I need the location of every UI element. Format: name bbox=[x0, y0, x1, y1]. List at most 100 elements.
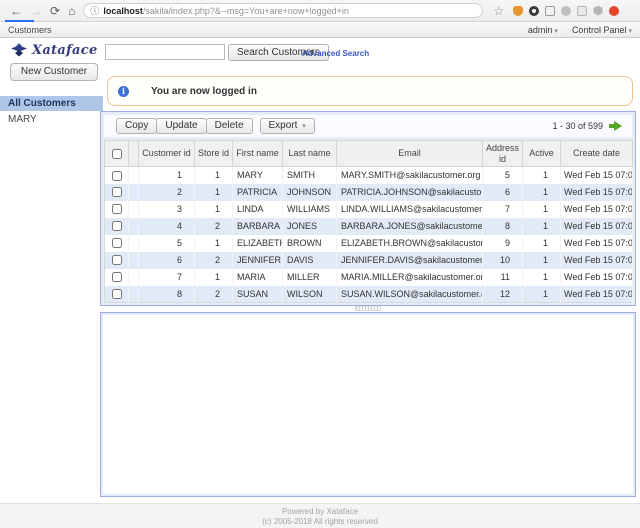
cell-customer-id: 7 bbox=[139, 269, 195, 286]
cell-first-name[interactable]: MARIA bbox=[233, 269, 283, 286]
brand-logo[interactable]: Xataface bbox=[10, 43, 98, 58]
cell-spacer bbox=[129, 218, 139, 235]
cell-create-date: Wed Feb 15 07:0 bbox=[561, 252, 633, 269]
copy-button[interactable]: Copy bbox=[116, 118, 157, 134]
cell-customer-id: 6 bbox=[139, 252, 195, 269]
extension-icon-hexagon[interactable] bbox=[593, 6, 603, 16]
table-row[interactable]: 1 1 MARY SMITH MARY.SMITH@sakilacustomer… bbox=[105, 167, 633, 184]
cell-address-id: 10 bbox=[483, 252, 523, 269]
row-checkbox[interactable] bbox=[112, 187, 122, 197]
search-input[interactable] bbox=[105, 44, 225, 60]
cell-last-name[interactable]: JONES bbox=[283, 218, 337, 235]
page-title: Customers bbox=[8, 25, 52, 35]
cell-customer-id: 3 bbox=[139, 201, 195, 218]
cell-email[interactable]: JENNIFER.DAVIS@sakilacustomer.org bbox=[337, 252, 483, 269]
cell-checkbox bbox=[105, 167, 129, 184]
col-store-id[interactable]: Store id bbox=[195, 141, 233, 167]
col-first-name[interactable]: First name bbox=[233, 141, 283, 167]
next-page-arrow-icon[interactable] bbox=[609, 120, 622, 132]
cell-last-name[interactable]: SMITH bbox=[283, 167, 337, 184]
cell-spacer bbox=[129, 235, 139, 252]
admin-menu[interactable]: admin▾ bbox=[528, 25, 558, 35]
cell-first-name[interactable]: SUSAN bbox=[233, 286, 283, 303]
cell-address-id: 9 bbox=[483, 235, 523, 252]
cell-first-name[interactable]: BARBARA bbox=[233, 218, 283, 235]
cell-active: 1 bbox=[523, 218, 561, 235]
browser-home-icon[interactable]: ⌂ bbox=[68, 5, 75, 17]
update-button[interactable]: Update bbox=[156, 118, 206, 134]
table-row[interactable]: 2 1 PATRICIA JOHNSON PATRICIA.JOHNSON@sa… bbox=[105, 184, 633, 201]
cell-email[interactable]: LINDA.WILLIAMS@sakilacustomer.org bbox=[337, 201, 483, 218]
sidebar-item-all-customers[interactable]: All Customers bbox=[0, 96, 103, 111]
col-email[interactable]: Email bbox=[337, 141, 483, 167]
extension-icon-record[interactable] bbox=[609, 6, 619, 16]
extension-icon-circle[interactable] bbox=[561, 6, 571, 16]
new-customer-button[interactable]: New Customer bbox=[10, 63, 98, 81]
cell-email[interactable]: PATRICIA.JOHNSON@sakilacustomer.org bbox=[337, 184, 483, 201]
extension-icon-square[interactable] bbox=[577, 6, 587, 16]
col-customer-id[interactable]: Customer id bbox=[139, 141, 195, 167]
cell-last-name[interactable]: JOHNSON bbox=[283, 184, 337, 201]
resize-grip[interactable] bbox=[355, 306, 381, 311]
browser-toolbar: ← → ⟳ ⌂ ⓘ localhost/sakila/index.php?&--… bbox=[0, 0, 640, 22]
cell-email[interactable]: BARBARA.JONES@sakilacustomer.org bbox=[337, 218, 483, 235]
caret-down-icon: ▾ bbox=[554, 28, 558, 35]
cell-active: 1 bbox=[523, 184, 561, 201]
table-row[interactable]: 6 2 JENNIFER DAVIS JENNIFER.DAVIS@sakila… bbox=[105, 252, 633, 269]
extension-icon-orange[interactable] bbox=[513, 6, 523, 16]
extension-icon-eye[interactable] bbox=[529, 6, 539, 16]
col-last-name[interactable]: Last name bbox=[283, 141, 337, 167]
browser-back-icon[interactable]: ← bbox=[10, 5, 22, 17]
cell-last-name[interactable]: DAVIS bbox=[283, 252, 337, 269]
cell-last-name[interactable]: MILLER bbox=[283, 269, 337, 286]
address-bar[interactable]: ⓘ localhost/sakila/index.php?&--msg=You+… bbox=[83, 3, 483, 18]
cell-first-name[interactable]: ELIZABETH bbox=[233, 235, 283, 252]
select-all-checkbox[interactable] bbox=[112, 149, 122, 159]
advanced-search-link[interactable]: Advanced Search bbox=[302, 49, 369, 58]
pagination: 1 - 30 of 599 bbox=[552, 120, 626, 132]
cell-email[interactable]: SUSAN.WILSON@sakilacustomer.org bbox=[337, 286, 483, 303]
row-checkbox[interactable] bbox=[112, 238, 122, 248]
row-checkbox[interactable] bbox=[112, 289, 122, 299]
cell-email[interactable]: MARIA.MILLER@sakilacustomer.org bbox=[337, 269, 483, 286]
row-checkbox[interactable] bbox=[112, 255, 122, 265]
browser-reload-icon[interactable]: ⟳ bbox=[50, 5, 60, 17]
cell-last-name[interactable]: BROWN bbox=[283, 235, 337, 252]
app-header: Customers admin▾ Control Panel▾ bbox=[0, 22, 640, 38]
cell-first-name[interactable]: LINDA bbox=[233, 201, 283, 218]
table-row[interactable]: 3 1 LINDA WILLIAMS LINDA.WILLIAMS@sakila… bbox=[105, 201, 633, 218]
cell-active: 1 bbox=[523, 235, 561, 252]
cell-first-name[interactable]: MARY bbox=[233, 167, 283, 184]
cell-email[interactable]: MARY.SMITH@sakilacustomer.org bbox=[337, 167, 483, 184]
browser-forward-icon[interactable]: → bbox=[30, 5, 42, 17]
cast-icon[interactable] bbox=[545, 6, 555, 16]
cell-address-id: 5 bbox=[483, 167, 523, 184]
cell-spacer bbox=[129, 184, 139, 201]
table-row[interactable]: 8 2 SUSAN WILSON SUSAN.WILSON@sakilacust… bbox=[105, 286, 633, 303]
row-checkbox[interactable] bbox=[112, 272, 122, 282]
cell-first-name[interactable]: PATRICIA bbox=[233, 184, 283, 201]
bookmark-star-icon[interactable]: ☆ bbox=[493, 5, 504, 17]
row-checkbox[interactable] bbox=[112, 171, 122, 181]
url-host: localhost bbox=[103, 6, 143, 16]
cell-email[interactable]: ELIZABETH.BROWN@sakilacustomer.org bbox=[337, 235, 483, 252]
sidebar-item-mary[interactable]: MARY bbox=[0, 112, 103, 127]
control-panel-menu[interactable]: Control Panel▾ bbox=[572, 25, 632, 35]
cell-first-name[interactable]: JENNIFER bbox=[233, 252, 283, 269]
details-panel bbox=[100, 312, 636, 497]
export-button[interactable]: Export ▾ bbox=[260, 118, 315, 134]
page-info-icon[interactable]: ⓘ bbox=[90, 4, 99, 17]
table-row[interactable]: 5 1 ELIZABETH BROWN ELIZABETH.BROWN@saki… bbox=[105, 235, 633, 252]
table-row[interactable]: 7 1 MARIA MILLER MARIA.MILLER@sakilacust… bbox=[105, 269, 633, 286]
cell-last-name[interactable]: WILLIAMS bbox=[283, 201, 337, 218]
delete-button[interactable]: Delete bbox=[206, 118, 253, 134]
table-row[interactable]: 4 2 BARBARA JONES BARBARA.JONES@sakilacu… bbox=[105, 218, 633, 235]
col-address-id[interactable]: Address id bbox=[483, 141, 523, 167]
col-create-date[interactable]: Create date bbox=[561, 141, 633, 167]
row-checkbox[interactable] bbox=[112, 221, 122, 231]
powered-by-link[interactable]: Powered by Xataface bbox=[0, 507, 640, 517]
cell-last-name[interactable]: WILSON bbox=[283, 286, 337, 303]
row-checkbox[interactable] bbox=[112, 204, 122, 214]
col-active[interactable]: Active bbox=[523, 141, 561, 167]
cell-active: 1 bbox=[523, 252, 561, 269]
